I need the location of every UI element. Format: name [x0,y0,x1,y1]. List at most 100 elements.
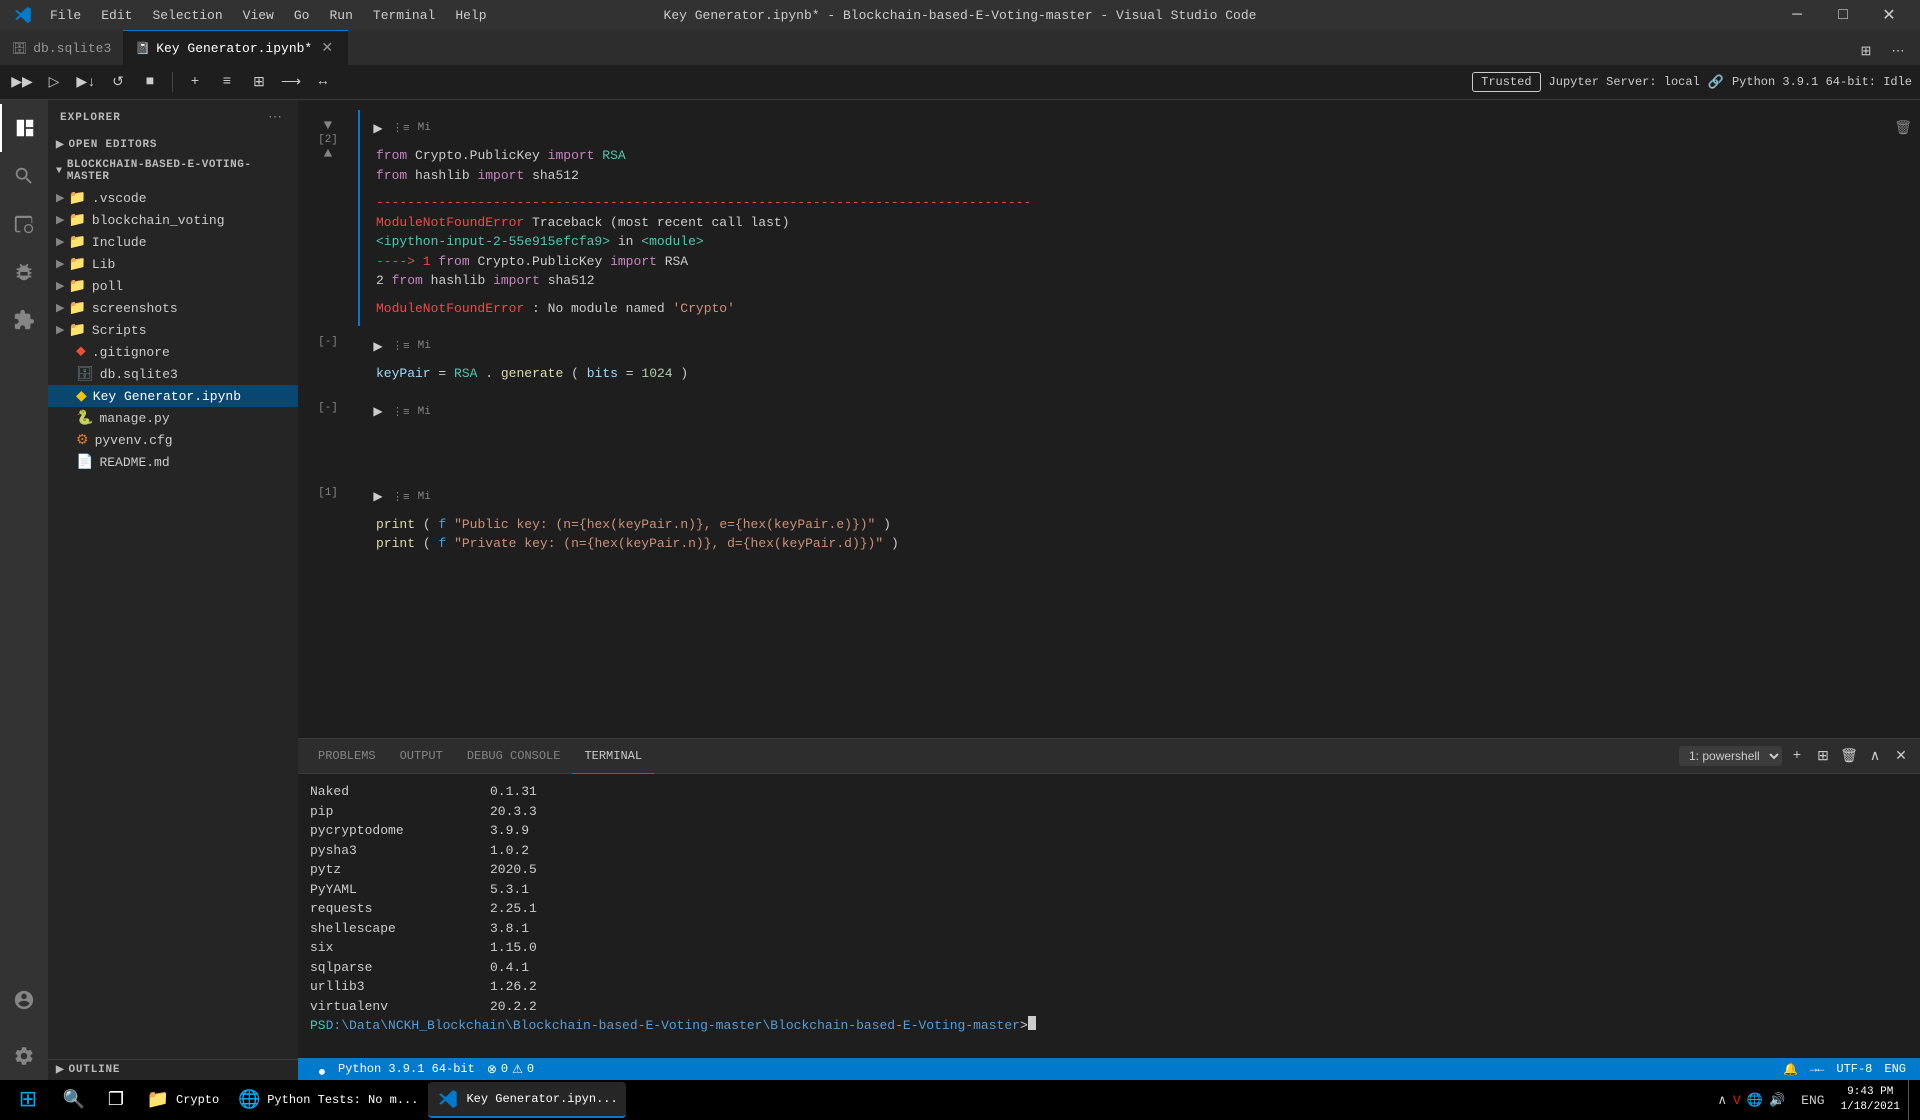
folder-scripts[interactable]: ▶ 📁 Scripts [48,319,298,341]
system-clock[interactable]: 9:43 PM 1/18/2021 [1833,1080,1908,1120]
file-keygenerator[interactable]: ◆ Key Generator.ipynb + [48,385,298,407]
stop-button[interactable]: ■ [136,68,164,96]
scroll-button[interactable]: ⟶ [277,68,305,96]
taskbar-taskview[interactable]: ❐ [96,1082,136,1118]
folder-include[interactable]: ▶ 📁 Include [48,231,298,253]
debug-console-tab[interactable]: DEBUG CONSOLE [455,739,573,774]
cell-2-collapse-bottom[interactable]: ▲ [320,146,336,162]
trusted-badge[interactable]: Trusted [1472,72,1540,92]
problems-tab[interactable]: PROBLEMS [306,739,388,774]
python-status[interactable]: Python 3.9.1 64-bit [332,1058,481,1080]
cell-minus2-code[interactable] [360,426,1920,473]
cell-minus2-run[interactable]: ▶ [368,402,388,422]
add-terminal-button[interactable]: + [1786,745,1808,767]
folder-blockchain-voting[interactable]: ▶ 📁 blockchain_voting [48,209,298,231]
cell-minus2-options[interactable]: ⋮≡ [392,405,410,419]
menu-run[interactable]: Run [321,4,360,27]
cell-minus1-options[interactable]: ⋮≡ [392,339,410,353]
file-pyvenv-cfg[interactable]: ⚙ pyvenv.cfg [48,429,298,451]
file-readme-md[interactable]: 📄 README.md [48,451,298,473]
menu-terminal[interactable]: Terminal [365,4,443,27]
activity-account[interactable] [0,976,48,1024]
tab-more-button[interactable]: ⋯ [1884,37,1912,65]
file-gitignore[interactable]: ⬥ .gitignore [48,341,298,363]
terminal-collapse-button[interactable]: ∧ [1864,745,1886,767]
maximize-button[interactable]: □ [1820,0,1866,30]
new-file-button[interactable]: ⋯ [264,107,286,129]
tab-keygenerator[interactable]: 📓 Key Generator.ipynb* ✕ [123,30,348,65]
shell-selector[interactable]: 1: powershell [1679,746,1782,766]
taskbar-search[interactable]: 🔍 [54,1082,94,1118]
cell-2-options[interactable]: ⋮≡ [392,121,410,135]
cell-1-run[interactable]: ▶ [368,487,388,507]
remote-icon[interactable] [306,1058,332,1080]
lang-indicator[interactable]: ENG [1793,1080,1832,1120]
cell-2-collapse[interactable]: ▼ [320,118,336,134]
toggle-output-button[interactable]: ⊞ [245,68,273,96]
menu-file[interactable]: File [42,4,89,27]
folder-screenshots[interactable]: ▶ 📁 screenshots [48,297,298,319]
python-version-info[interactable]: Python 3.9.1 64-bit: Idle [1732,75,1912,89]
minimize-button[interactable]: ─ [1774,0,1820,30]
tab-db-sqlite3[interactable]: 🗄 db.sqlite3 [0,30,123,65]
taskbar-python-tests[interactable]: 🌐 Python Tests: No m... [229,1082,426,1118]
terminal-close-button[interactable]: ✕ [1890,745,1912,767]
run-all-button[interactable]: ▶▶ [8,68,36,96]
outline-header[interactable]: ▶ Outline [48,1060,298,1080]
jupyter-server-info[interactable]: Jupyter Server: local [1549,75,1700,89]
encoding-status[interactable]: UTF-8 [1830,1058,1878,1080]
notifications-status[interactable]: 🔔 [1777,1058,1804,1080]
restart-button[interactable]: ↺ [104,68,132,96]
folder-poll[interactable]: ▶ 📁 poll [48,275,298,297]
errors-status[interactable]: ⊗ 0 ⚠ 0 [481,1058,540,1080]
cell-2-mi[interactable]: Mi [418,122,431,134]
split-button[interactable]: ↔ [309,68,337,96]
run-above-button[interactable]: ▷ [40,68,68,96]
start-button[interactable]: ⊞ [4,1080,52,1120]
cell-2-run[interactable]: ▶ [368,118,388,138]
notebook-content[interactable]: ▼ [2] ▲ ▶ ⋮≡ Mi 🗑 from Crypto.PublicKey … [298,100,1920,738]
split-terminal-button[interactable]: ⊞ [1812,745,1834,767]
toggle-cells-button[interactable]: ≡ [213,68,241,96]
menu-edit[interactable]: Edit [93,4,140,27]
tab-split-button[interactable]: ⊞ [1852,37,1880,65]
activity-search[interactable] [0,152,48,200]
show-desktop-button[interactable] [1908,1080,1916,1120]
cell-1-mi[interactable]: Mi [418,491,431,503]
run-below-button[interactable]: ▶↓ [72,68,100,96]
cell-minus2-mi[interactable]: Mi [418,406,431,418]
cell-1-code[interactable]: print ( f "Public key: (n={hex(keyPair.n… [360,511,1920,558]
cell-2-delete[interactable]: 🗑 [1894,120,1912,137]
activity-explorer[interactable] [0,104,48,152]
menu-view[interactable]: View [235,4,282,27]
close-button[interactable]: ✕ [1866,0,1912,30]
terminal-content[interactable]: Naked 0.1.31 pip 20.3.3 pycryptodome 3.9… [298,774,1920,1058]
cell-2-code[interactable]: from Crypto.PublicKey import RSA from ha… [360,142,1920,189]
delete-terminal-button[interactable]: 🗑 [1838,745,1860,767]
open-editors-section[interactable]: ▶ Open Editors [48,135,298,155]
output-tab[interactable]: OUTPUT [388,739,455,774]
file-db-sqlite3[interactable]: 🗄 db.sqlite3 [48,363,298,385]
cell-minus1-run[interactable]: ▶ [368,336,388,356]
activity-extensions[interactable] [0,296,48,344]
menu-help[interactable]: Help [447,4,494,27]
systray-area[interactable]: ∧ V 🌐 🔊 [1709,1080,1793,1120]
file-manage-py[interactable]: 🐍 manage.py [48,407,298,429]
activity-settings[interactable] [0,1032,48,1080]
taskbar-vscode[interactable]: Key Generator.ipyn... [428,1082,625,1118]
language-status[interactable]: ENG [1878,1058,1912,1080]
live-share-status[interactable]: →← [1804,1058,1830,1080]
activity-scm[interactable] [0,200,48,248]
terminal-tab[interactable]: TERMINAL [572,739,654,774]
taskbar-explorer[interactable]: 📁 Crypto [138,1082,227,1118]
cell-minus1-code[interactable]: keyPair = RSA . generate ( bits = 1024 ) [360,360,1920,388]
cell-1-options[interactable]: ⋮≡ [392,490,410,504]
cell-minus1-mi[interactable]: Mi [418,340,431,352]
activity-debug[interactable] [0,248,48,296]
folder-vscode[interactable]: ▶ 📁 .vscode [48,187,298,209]
menu-selection[interactable]: Selection [144,4,230,27]
project-section[interactable]: ▼ BLOCKCHAIN-BASED-E-VOTING-MASTER [48,155,298,187]
add-cell-button[interactable]: + [181,68,209,96]
menu-go[interactable]: Go [286,4,318,27]
folder-lib[interactable]: ▶ 📁 Lib [48,253,298,275]
